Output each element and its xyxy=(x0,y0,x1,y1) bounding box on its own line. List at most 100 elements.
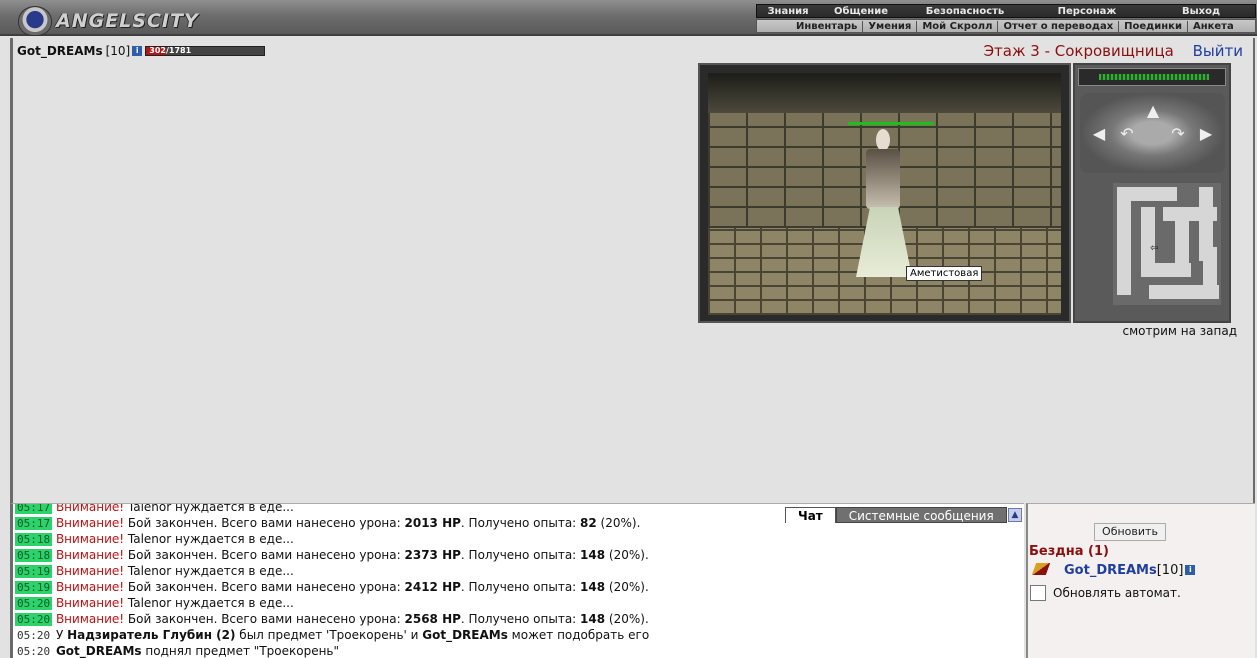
refresh-button[interactable]: Обновить xyxy=(1094,523,1166,541)
energy-bar-fill xyxy=(1099,74,1209,80)
chat-line: 05:19 Внимание! Бой закончен. Всего вами… xyxy=(13,579,649,595)
chat-warning: Внимание! xyxy=(55,532,125,546)
chat-timestamp: 05:17 xyxy=(15,503,53,514)
turn-left-icon[interactable]: ↶ xyxy=(1114,121,1140,147)
chat-text: был предмет 'Троекорень' и xyxy=(235,628,423,642)
tab-system-messages[interactable]: Системные сообщения xyxy=(835,507,1007,523)
npc-dress xyxy=(856,207,912,277)
exit-link[interactable]: Выйти xyxy=(1193,42,1243,60)
chat-line: 05:18 Внимание! Talenor нуждается в еде.… xyxy=(13,531,649,547)
chat-exp: 148 xyxy=(580,612,606,626)
npc-hp-bar xyxy=(848,122,934,125)
scroll-up-icon[interactable]: ▲ xyxy=(1008,508,1022,522)
chat-warning: Внимание! xyxy=(55,564,125,578)
nav-my-scroll[interactable]: Мой Скролл xyxy=(917,20,999,32)
chat-warning: Внимание! xyxy=(55,596,125,610)
nav-duels[interactable]: Поединки xyxy=(1119,20,1188,32)
logo-emblem-icon xyxy=(18,6,52,36)
nav-skills[interactable]: Умения xyxy=(863,20,918,32)
chat-timestamp: 05:18 xyxy=(15,549,53,562)
chat-name: Got_DREAMs xyxy=(422,628,508,642)
auto-refresh-checkbox[interactable] xyxy=(1030,585,1046,601)
chat-warning: Внимание! xyxy=(55,580,125,594)
npc-tooltip: Аметистовая xyxy=(906,266,983,281)
step-left-arrow-icon[interactable]: ◀ xyxy=(1086,121,1112,147)
chat-timestamp: 05:18 xyxy=(15,533,53,546)
chat-text: может подобрать его xyxy=(507,628,650,642)
minimap-corridor xyxy=(1175,207,1189,267)
info-icon[interactable]: i xyxy=(132,46,143,56)
chat-text: поднял предмет "Троекорень" xyxy=(141,644,340,658)
chat-text: (20%). xyxy=(605,612,649,626)
player-status: Got_DREAMs [10] i 302/1781 xyxy=(17,44,266,58)
main-frame: Got_DREAMs [10] i 302/1781 Этаж 3 - Сокр… xyxy=(10,38,1255,503)
chat-text: Бой закончен. Всего вами нанесено урона: xyxy=(124,516,405,530)
minimap-corridor xyxy=(1117,187,1131,295)
turn-right-icon[interactable]: ↷ xyxy=(1165,121,1191,147)
nav-knowledge[interactable]: Знания xyxy=(757,6,819,17)
chat-line: 05:20 Внимание! Бой закончен. Всего вами… xyxy=(13,611,649,627)
chat-tabs: Чат Системные сообщения xyxy=(785,507,1007,523)
chat-exp: 148 xyxy=(580,580,606,594)
chat-panel: 05:17 Внимание! Talenor нуждается в еде.… xyxy=(10,503,1024,658)
nav-profile[interactable]: Анкета xyxy=(1188,21,1239,32)
chat-damage: 2412 HP xyxy=(404,580,461,594)
chat-text: Talenor нуждается в еде... xyxy=(124,564,294,578)
nav-row-bottom: Инвентарь Умения Мой Скролл Отчет о пере… xyxy=(756,19,1256,33)
room-player-row: Got_DREAMs [10] i xyxy=(1030,561,1196,579)
chat-name: Надзиратель Глубин (2) xyxy=(67,628,236,642)
chat-timestamp: 05:20 xyxy=(15,613,53,626)
chat-line: 05:17 Внимание! Talenor нуждается в еде.… xyxy=(13,503,649,515)
nav-security[interactable]: Безопасность xyxy=(903,6,1027,17)
hp-text: 302/1781 xyxy=(149,46,192,55)
game-viewport[interactable]: Аметистовая xyxy=(698,63,1071,323)
auto-refresh-row: Обновлять автомат. xyxy=(1030,585,1181,601)
player-name[interactable]: Got_DREAMs xyxy=(17,44,103,58)
nav-exit[interactable]: Выход xyxy=(1147,6,1255,17)
facing-direction: смотрим на запад xyxy=(1122,324,1237,338)
chat-text: Talenor нуждается в еде... xyxy=(124,532,294,546)
room-player-level: [10] xyxy=(1156,562,1184,578)
chat-exp: 82 xyxy=(580,516,597,530)
info-icon[interactable]: i xyxy=(1185,565,1196,575)
nav-transfer-report[interactable]: Отчет о переводах xyxy=(998,20,1120,32)
nav-communication[interactable]: Общение xyxy=(819,6,903,17)
player-position-icon: ⇦ xyxy=(1150,243,1159,254)
chat-name: Got_DREAMs xyxy=(55,644,142,658)
chat-line: 05:20 Got_DREAMs поднял предмет "Троекор… xyxy=(13,643,649,658)
chat-timestamp: 05:17 xyxy=(15,517,53,530)
chat-warning: Внимание! xyxy=(55,503,125,514)
direction-pad: ◀ ↶ ▲ ↷ ▶ xyxy=(1080,93,1225,173)
logo[interactable]: ANGELSCITY xyxy=(18,6,199,36)
attack-icon[interactable] xyxy=(1030,561,1054,579)
tab-chat[interactable]: Чат xyxy=(785,507,836,523)
npc-head xyxy=(876,129,890,151)
room-player-name[interactable]: Got_DREAMs xyxy=(1064,563,1157,578)
dungeon-scene[interactable]: Аметистовая xyxy=(708,73,1061,315)
chat-text: . Получено опыта: xyxy=(460,516,581,530)
chat-damage: 2373 HP xyxy=(404,548,461,562)
nav-character[interactable]: Персонаж xyxy=(1027,6,1147,17)
nav-inventory[interactable]: Инвентарь xyxy=(791,20,864,32)
chat-damage: 2568 HP xyxy=(404,612,461,626)
chat-text: Talenor нуждается в еде... xyxy=(124,503,294,514)
ceiling xyxy=(708,73,1061,113)
room-panel: Обновить Бездна (1) Got_DREAMs [10] i Об… xyxy=(1026,503,1255,658)
minimap-corridor xyxy=(1203,247,1217,297)
chat-text: . Получено опыта: xyxy=(460,612,581,626)
chat-text: Бой закончен. Всего вами нанесено урона: xyxy=(124,548,405,562)
chat-timestamp: 05:19 xyxy=(15,565,53,578)
chat-timestamp: 05:20 xyxy=(15,597,53,610)
chat-line: 05:20 Внимание! Talenor нуждается в еде.… xyxy=(13,595,649,611)
minimap[interactable]: ⇦ xyxy=(1113,183,1221,305)
location-header: Этаж 3 - Сокровищница Выйти xyxy=(984,42,1243,60)
chat-exp: 148 xyxy=(580,548,606,562)
chat-text: . Получено опыта: xyxy=(460,548,581,562)
step-right-arrow-icon[interactable]: ▶ xyxy=(1193,121,1219,147)
chat-text: Talenor нуждается в еде... xyxy=(124,596,294,610)
chat-text: (20%). xyxy=(605,580,649,594)
npc-character[interactable] xyxy=(856,129,912,277)
chat-text: У xyxy=(55,628,68,642)
forward-arrow-icon[interactable]: ▲ xyxy=(1140,98,1166,124)
chat-log: 05:17 Внимание! Talenor нуждается в еде.… xyxy=(13,503,650,658)
